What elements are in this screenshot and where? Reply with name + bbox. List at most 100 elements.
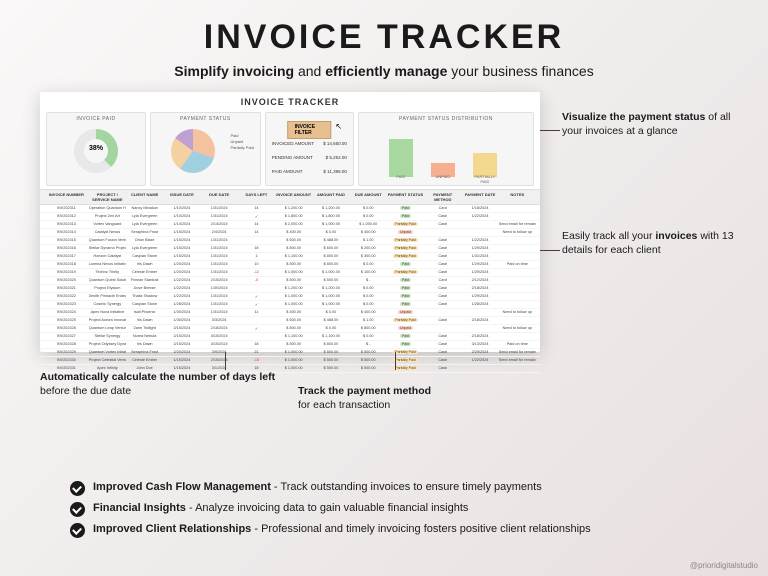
cell: [424, 310, 461, 315]
filter-button[interactable]: INVOICE FILTER: [288, 121, 332, 139]
cell: INV202311: [44, 206, 89, 211]
cell: Lyla Evergreen: [126, 222, 163, 227]
card-invoice-paid: INVOICE PAID 38%: [46, 112, 146, 186]
cell: 1/15/2024: [163, 246, 200, 251]
cell: 1/15/2024: [163, 358, 200, 363]
status-pill: Partially Paid: [393, 222, 417, 226]
cell: INV202327: [44, 334, 89, 339]
status-pill: Partially Paid: [393, 270, 417, 274]
cell: Seraphina Frost: [126, 230, 163, 235]
table-row: INV202312Project Zen ArtLyla Evergreen1/…: [40, 213, 540, 221]
cell: INV202315: [44, 238, 89, 243]
cell: Cash: [424, 270, 461, 275]
card-payment-status: PAYMENT STATUS Paid Unpaid Partially Pai…: [150, 112, 261, 186]
benefit-bold: Financial Insights: [93, 502, 186, 514]
cell: $ 0.00: [350, 206, 387, 211]
cell-status: Unpaid: [387, 230, 424, 235]
subtitle-post: your business finances: [447, 63, 593, 79]
cell: Quantum Leap Ventures: [89, 326, 126, 331]
cell: 1/31/2024: [201, 262, 238, 267]
cell-status: Partially Paid: [387, 222, 424, 227]
cell: Cash: [424, 294, 461, 299]
cell: 2/15/2024: [163, 326, 200, 331]
cell: INV202330: [44, 358, 89, 363]
cell: $ 200.00: [350, 246, 387, 251]
cell-status: Partially Paid: [387, 318, 424, 323]
cell: Paid on time: [499, 342, 536, 347]
check-icon: [70, 481, 85, 496]
cell: INV202316: [44, 246, 89, 251]
cell: 2/15/2024: [201, 358, 238, 363]
dashboard-row: INVOICE PAID 38% PAYMENT STATUS Paid Unp…: [40, 112, 540, 189]
cell: Project Elysium: [89, 286, 126, 291]
table-row: INV202322Zenith Pinnacle EndeavorThalia …: [40, 293, 540, 301]
cell-status: Paid: [387, 334, 424, 339]
col-header: PAYMENT METHOD: [424, 192, 461, 202]
cell: INV202321: [44, 286, 89, 291]
callout-bold: invoices: [655, 230, 697, 242]
card-title: INVOICE PAID: [47, 116, 145, 122]
cell: [461, 222, 498, 227]
cell: 2/15/2024: [201, 278, 238, 283]
table-row: INV202318Lumina Nexus InitiativeIris Daw…: [40, 261, 540, 269]
cell: $ 0.00: [350, 294, 387, 299]
cell: Cash: [424, 342, 461, 347]
cell: Card: [424, 206, 461, 211]
cell-status: Partially Paid: [387, 350, 424, 355]
col-header: DUE AMOUNT: [350, 192, 387, 202]
cell: Project Celestial Ventures: [89, 358, 126, 363]
status-pill: Unpaid: [398, 230, 413, 234]
cell: 1/15/2024: [163, 254, 200, 259]
cell: $ 800.00: [275, 342, 312, 347]
cell: 2/15/2024: [163, 342, 200, 347]
cell: 1/28/2024: [461, 302, 498, 307]
cell: 1/15/2024: [163, 238, 200, 243]
benefit-text: Financial Insights - Analyze invoicing d…: [93, 502, 468, 514]
bar-label: PARTIALLY PAID: [473, 174, 497, 184]
connector-line: [540, 130, 560, 131]
cell: $ 1,100.00: [275, 334, 312, 339]
connector-line: [395, 352, 396, 370]
cell: [424, 326, 461, 331]
cell: $ -: [350, 278, 387, 283]
cell: 1/20/2024: [163, 270, 200, 275]
cell: $ 1,800.00: [275, 214, 312, 219]
cell: Seraphina Frost: [126, 350, 163, 355]
cell-status: Partially Paid: [387, 254, 424, 259]
cell: 1/18/2024: [461, 206, 498, 211]
filter-row: INVOICED AMOUNT$ 14,650.00: [272, 141, 347, 146]
cell: 1/29/2024: [461, 262, 498, 267]
cell: $ 0.00: [350, 302, 387, 307]
cell: 1/10/2024: [163, 206, 200, 211]
cell: Cash: [424, 318, 461, 323]
cell: $ 500.00: [350, 350, 387, 355]
bar-label: UNPAID: [431, 174, 455, 184]
cell: Cash: [424, 302, 461, 307]
cell: 2/18/2024: [201, 326, 238, 331]
cell: ✓: [238, 326, 275, 331]
cell: INV202319: [44, 270, 89, 275]
col-header: CLIENT NAME: [126, 192, 163, 202]
benefit-text: Improved Client Relationships - Professi…: [93, 523, 591, 535]
cell: -15: [238, 358, 275, 363]
cell: 1/29/2024: [461, 294, 498, 299]
filter-row: PENDING AMOUNT$ 5,252.00: [272, 155, 347, 160]
benefit-rest: - Track outstanding invoices to ensure t…: [271, 481, 542, 493]
cell: $ 500.00: [312, 350, 349, 355]
status-pill: Paid: [400, 262, 411, 266]
cell: $ -: [350, 342, 387, 347]
page-subtitle: Simplify invoicing and efficiently manag…: [0, 57, 768, 79]
status-pill: Unpaid: [398, 310, 413, 314]
cell: Send email for remaining amount: [499, 350, 536, 355]
cell-status: Partially Paid: [387, 270, 424, 275]
subtitle-bold2: efficiently manage: [325, 63, 447, 79]
card-title: PAYMENT STATUS: [151, 116, 260, 122]
cell: INV202324: [44, 310, 89, 315]
cell: 3/13/2024: [461, 342, 498, 347]
callout-text: for each transaction: [298, 399, 390, 411]
cell: Need to follow up: [499, 310, 536, 315]
cell: INV202314: [44, 230, 89, 235]
legend-item: Partially Paid: [230, 145, 253, 151]
status-pill: Paid: [400, 286, 411, 290]
cell: $ 0.00: [350, 214, 387, 219]
